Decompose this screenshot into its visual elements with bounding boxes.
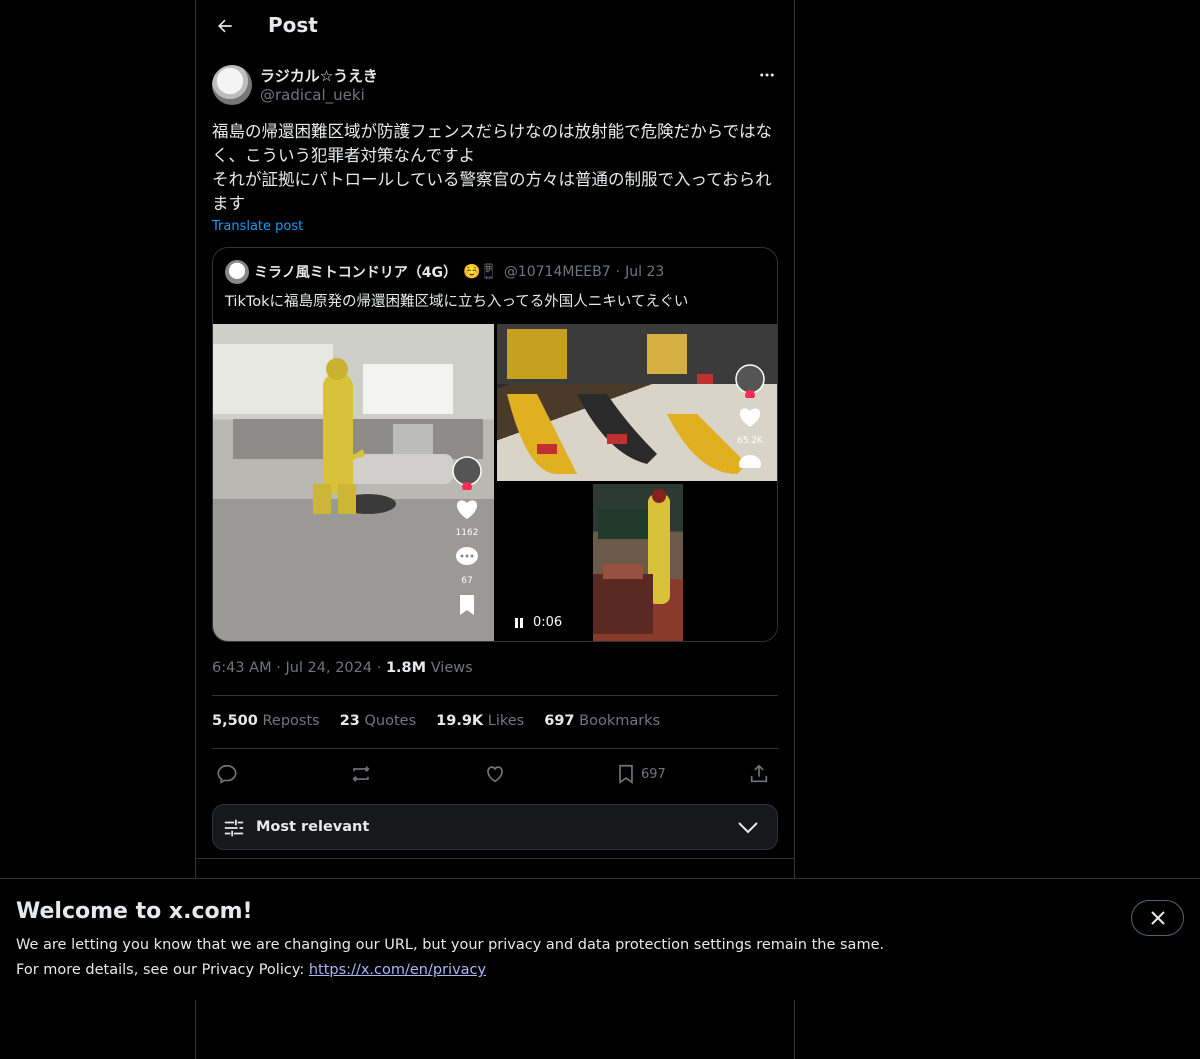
quoted-avatar xyxy=(225,260,249,284)
more-options-button[interactable] xyxy=(756,64,778,86)
quoted-author-handle: @10714MEEB7 xyxy=(503,264,611,280)
like-count-1: 1162 xyxy=(455,528,479,538)
bookmark-icon xyxy=(460,595,474,615)
quoted-author-emoji: ☺️📱 xyxy=(462,264,498,280)
quoted-post-date: Jul 23 xyxy=(625,264,665,280)
post-author: ラジカル☆うえき @radical_ueki xyxy=(212,64,778,108)
translate-post-link[interactable]: Translate post xyxy=(212,219,303,234)
welcome-banner: Welcome to x.com! We are letting you kno… xyxy=(0,878,1200,1000)
tiktok-sidebar-2: 65.2K xyxy=(733,364,767,468)
video-controls[interactable]: 0:06 xyxy=(513,615,562,630)
separator-dot: · xyxy=(615,264,621,280)
author-handle[interactable]: @radical_ueki xyxy=(260,86,365,104)
bookmarks-label: Bookmarks xyxy=(579,713,661,729)
reply-icon xyxy=(217,764,237,784)
media-image-1[interactable]: 1162 67 xyxy=(213,324,494,641)
banner-policy-line: For more details, see our Privacy Policy… xyxy=(16,962,486,978)
quotes-stat[interactable]: 23 Quotes xyxy=(340,713,416,729)
video-time: 0:06 xyxy=(533,615,563,630)
heart-outline-icon xyxy=(487,766,503,783)
post-date[interactable]: Jul 24, 2024 xyxy=(285,660,372,676)
bookmark-outline-icon xyxy=(619,764,633,784)
bookmarks-stat[interactable]: 697 Bookmarks xyxy=(544,713,660,729)
more-dots-icon xyxy=(760,73,774,77)
author-display-name[interactable]: ラジカル☆うえき xyxy=(260,65,378,86)
post-meta: 6:43 AM · Jul 24, 2024 · 1.8M Views xyxy=(212,660,473,676)
chevron-down-icon xyxy=(738,822,758,834)
likes-label: Likes xyxy=(487,713,525,729)
repost-icon xyxy=(352,766,370,782)
likes-stat[interactable]: 19.9K Likes xyxy=(436,713,524,729)
post-text: 福島の帰還困難区域が防護フェンスだらけなのは放射能で危険だからではなく、こういう… xyxy=(212,122,773,213)
pause-icon[interactable] xyxy=(513,617,525,629)
comment-count-1: 67 xyxy=(461,576,473,586)
like-button[interactable] xyxy=(484,760,506,788)
action-bar: 697 xyxy=(212,760,778,788)
arrow-left-icon xyxy=(218,19,232,33)
separator-dot: · xyxy=(376,660,386,676)
engagement-stats: 5,500 Reposts 23 Quotes 19.9K Likes 697 … xyxy=(212,713,660,729)
quoted-post-header: ミラノ風ミトコンドリア（4G） ☺️📱 @10714MEEB7 · Jul 23 xyxy=(225,260,664,284)
close-banner-button[interactable] xyxy=(1131,900,1184,936)
profile-plus-icon xyxy=(735,364,765,398)
quotes-count: 23 xyxy=(339,713,360,729)
bookmarks-count: 697 xyxy=(544,713,575,729)
classroom-video-scene xyxy=(593,489,670,634)
heart-icon xyxy=(739,408,761,427)
repost-button[interactable] xyxy=(350,760,372,788)
post-time[interactable]: 6:43 AM xyxy=(212,660,272,676)
reposts-stat[interactable]: 5,500 Reposts xyxy=(212,713,320,729)
views-count: 1.8M xyxy=(385,660,427,676)
privacy-policy-link[interactable]: https://x.com/en/privacy xyxy=(309,962,486,978)
comment-icon xyxy=(456,547,478,565)
quoted-author-name: ミラノ風ミトコンドリア（4G） xyxy=(254,265,457,281)
media-image-2[interactable]: 65.2K xyxy=(497,324,777,481)
reposts-label: Reposts xyxy=(262,713,320,729)
reply-button[interactable] xyxy=(216,760,238,788)
views-label: Views xyxy=(430,660,473,676)
reposts-count: 5,500 xyxy=(212,713,258,729)
banner-message: We are letting you know that we are chan… xyxy=(16,937,885,953)
divider xyxy=(196,858,794,859)
avatar[interactable] xyxy=(212,65,252,105)
divider xyxy=(212,695,778,696)
back-button[interactable] xyxy=(208,9,242,43)
banner-title: Welcome to x.com! xyxy=(16,899,253,924)
banner-policy-prefix: For more details, see our Privacy Policy… xyxy=(16,962,309,978)
share-icon xyxy=(750,764,768,783)
like-count-2: 65.2K xyxy=(737,436,763,446)
video-frame xyxy=(593,484,683,641)
comment-icon xyxy=(739,455,761,468)
post-header: Post xyxy=(196,0,794,53)
media-video[interactable]: 0:06 xyxy=(497,484,777,641)
divider xyxy=(212,748,778,749)
page-title: Post xyxy=(268,13,318,37)
bookmark-count: 697 xyxy=(641,766,666,782)
heart-icon xyxy=(456,500,478,519)
bookmark-button[interactable]: 697 xyxy=(615,760,666,788)
reply-sort-dropdown[interactable]: Most relevant xyxy=(212,804,778,850)
quoted-media-grid: 1162 67 65.2K 0:06 xyxy=(213,324,777,641)
likes-count: 19.9K xyxy=(436,713,484,729)
sliders-icon xyxy=(224,819,244,837)
tiktok-sidebar-1: 1162 67 xyxy=(450,456,484,616)
quoted-post-text: TikTokに福島原発の帰還困難区域に立ち入ってる外国人ニキいてえぐい xyxy=(225,294,689,310)
quotes-label: Quotes xyxy=(364,713,417,729)
close-icon xyxy=(1150,911,1165,925)
sort-label: Most relevant xyxy=(256,819,370,835)
share-button[interactable] xyxy=(748,760,770,788)
profile-plus-icon xyxy=(452,456,482,490)
quoted-post[interactable]: ミラノ風ミトコンドリア（4G） ☺️📱 @10714MEEB7 · Jul 23… xyxy=(212,247,778,642)
